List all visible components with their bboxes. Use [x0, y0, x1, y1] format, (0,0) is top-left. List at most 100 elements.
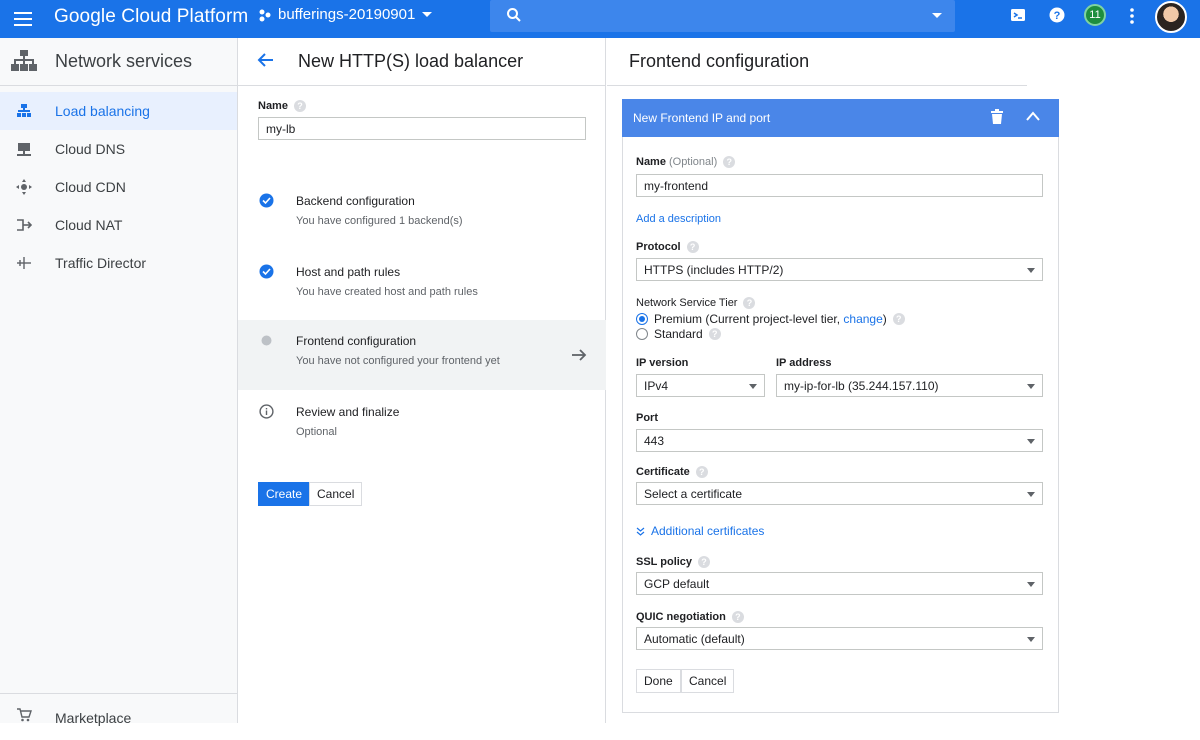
step-host-and-path-rules[interactable]: Host and path rules You have created hos… — [238, 251, 606, 321]
ip-version-select[interactable]: IPv4 — [636, 374, 765, 397]
optional-hint: (Optional) — [668, 156, 718, 168]
delete-icon[interactable] — [990, 109, 1004, 125]
sidebar-item-traffic-director[interactable]: Traffic Director — [0, 244, 237, 282]
ip-address-value: my-ip-for-lb (35.244.157.110) — [784, 379, 939, 393]
certificate-select[interactable]: Select a certificate — [636, 482, 1043, 505]
nat-icon — [17, 219, 32, 231]
dns-icon — [17, 143, 31, 156]
step-frontend-configuration[interactable]: Frontend configuration You have not conf… — [238, 320, 606, 390]
more-vert-icon[interactable] — [1127, 7, 1137, 30]
search-bar[interactable] — [490, 0, 955, 32]
certificate-value: Select a certificate — [644, 487, 743, 501]
sidebar-title: Network services — [55, 51, 193, 71]
tier-standard-option[interactable]: Standard ? — [636, 327, 721, 341]
step-title: Host and path rules — [296, 265, 401, 279]
check-circle-icon — [259, 264, 274, 279]
sidebar-header: Network services — [0, 38, 237, 86]
step-review-and-finalize[interactable]: Review and finalize Optional — [238, 391, 606, 461]
ssl-policy-label-text: SSL policy — [636, 556, 693, 568]
sidebar-item-label: Marketplace — [55, 710, 132, 726]
notifications-badge[interactable]: 11 — [1084, 4, 1106, 26]
quic-label: QUIC negotiation ? — [636, 611, 744, 623]
sidebar-item-cloud-dns[interactable]: Cloud DNS — [0, 130, 237, 168]
create-button[interactable]: Create — [258, 482, 311, 506]
dropdown-caret-icon — [749, 384, 757, 389]
change-tier-link[interactable]: change — [843, 312, 882, 326]
network-tier-label: Network Service Tier ? — [636, 297, 756, 309]
sidebar-item-label: Cloud CDN — [55, 179, 126, 195]
chevron-up-icon[interactable] — [1025, 110, 1041, 122]
ip-version-label-text: IP version — [636, 357, 689, 369]
lb-name-input[interactable]: my-lb — [258, 117, 586, 140]
dropdown-caret-icon — [1027, 492, 1035, 497]
additional-certificates-toggle[interactable]: Additional certificates — [636, 524, 764, 538]
ip-address-label-text: IP address — [776, 357, 832, 369]
certificate-label-text: Certificate — [636, 466, 690, 478]
sidebar-item-load-balancing[interactable]: Load balancing — [0, 92, 237, 130]
premium-label: Premium (Current project-level tier, cha… — [654, 312, 887, 326]
quic-select[interactable]: Automatic (default) — [636, 627, 1043, 650]
step-backend-configuration[interactable]: Backend configuration You have configure… — [238, 180, 606, 250]
card-header: New Frontend IP and port — [622, 99, 1059, 137]
pending-dot-icon — [261, 335, 272, 346]
frontend-configuration-panel: Frontend configuration New Frontend IP a… — [607, 38, 1200, 723]
port-select[interactable]: 443 — [636, 429, 1043, 452]
step-title: Frontend configuration — [296, 334, 417, 348]
help-icon[interactable]: ? — [743, 297, 756, 309]
port-value: 443 — [644, 434, 665, 448]
port-label: Port — [636, 412, 658, 424]
help-icon[interactable]: ? — [695, 466, 708, 478]
add-description-link[interactable]: Add a description — [636, 213, 721, 225]
load-balancer-wizard: New HTTP(S) load balancer Name ? my-lb B… — [238, 38, 606, 723]
cloud-shell-icon[interactable] — [1010, 7, 1026, 28]
search-dropdown-icon[interactable] — [931, 12, 943, 19]
sidebar-item-marketplace[interactable]: Marketplace — [0, 702, 237, 740]
done-button[interactable]: Done — [636, 669, 681, 693]
sidebar-item-label: Cloud NAT — [55, 217, 123, 233]
ssl-policy-select[interactable]: GCP default — [636, 572, 1043, 595]
hamburger-menu-icon[interactable] — [12, 8, 34, 30]
help-icon[interactable]: ? — [892, 313, 905, 325]
protocol-select[interactable]: HTTPS (includes HTTP/2) — [636, 258, 1043, 281]
ip-address-select[interactable]: my-ip-for-lb (35.244.157.110) — [776, 374, 1043, 397]
standard-radio[interactable] — [636, 328, 648, 340]
tier-premium-option[interactable]: Premium (Current project-level tier, cha… — [636, 312, 905, 326]
project-selector[interactable]: bufferings-20190901 — [258, 6, 433, 23]
project-icon — [259, 9, 271, 21]
check-circle-icon — [259, 193, 274, 208]
sidebar-item-cloud-nat[interactable]: Cloud NAT — [0, 206, 237, 244]
help-icon[interactable]: ? — [293, 100, 306, 112]
cancel-button[interactable]: Cancel — [309, 482, 363, 506]
help-icon[interactable]: ? — [708, 328, 721, 340]
info-icon — [259, 404, 274, 419]
lb-name-label: Name ? — [258, 100, 306, 112]
frontend-name-input[interactable]: my-frontend — [636, 174, 1043, 197]
sidebar-item-cloud-cdn[interactable]: Cloud CDN — [0, 168, 237, 206]
ssl-policy-value: GCP default — [644, 577, 710, 591]
ip-address-label: IP address — [776, 357, 831, 369]
search-icon[interactable] — [506, 7, 522, 23]
lb-name-label-text: Name — [258, 100, 288, 112]
account-avatar[interactable] — [1155, 1, 1187, 33]
arrow-forward-icon — [572, 349, 587, 361]
premium-radio[interactable] — [636, 313, 648, 325]
wizard-header: New HTTP(S) load balancer — [238, 38, 606, 86]
quic-value: Automatic (default) — [644, 632, 745, 646]
frontend-ip-port-card: New Frontend IP and port Name (Optional) … — [622, 99, 1059, 713]
cancel-frontend-button[interactable]: Cancel — [681, 669, 735, 693]
help-icon[interactable]: ? — [686, 241, 699, 253]
dropdown-caret-icon — [1027, 268, 1035, 273]
traffic-director-icon — [17, 257, 31, 269]
back-arrow-icon[interactable] — [256, 50, 276, 70]
protocol-value: HTTPS (includes HTTP/2) — [644, 263, 784, 277]
additional-certificates-link[interactable]: Additional certificates — [651, 524, 764, 538]
dropdown-caret-icon — [1027, 637, 1035, 642]
app-title[interactable]: Google Cloud Platform — [54, 6, 248, 28]
help-icon[interactable]: ? — [1049, 7, 1065, 28]
help-icon[interactable]: ? — [698, 556, 711, 568]
network-services-icon — [11, 50, 37, 71]
svg-text:?: ? — [1054, 10, 1061, 22]
help-icon[interactable]: ? — [731, 611, 744, 623]
ssl-policy-label: SSL policy ? — [636, 556, 711, 568]
help-icon[interactable]: ? — [723, 156, 736, 168]
